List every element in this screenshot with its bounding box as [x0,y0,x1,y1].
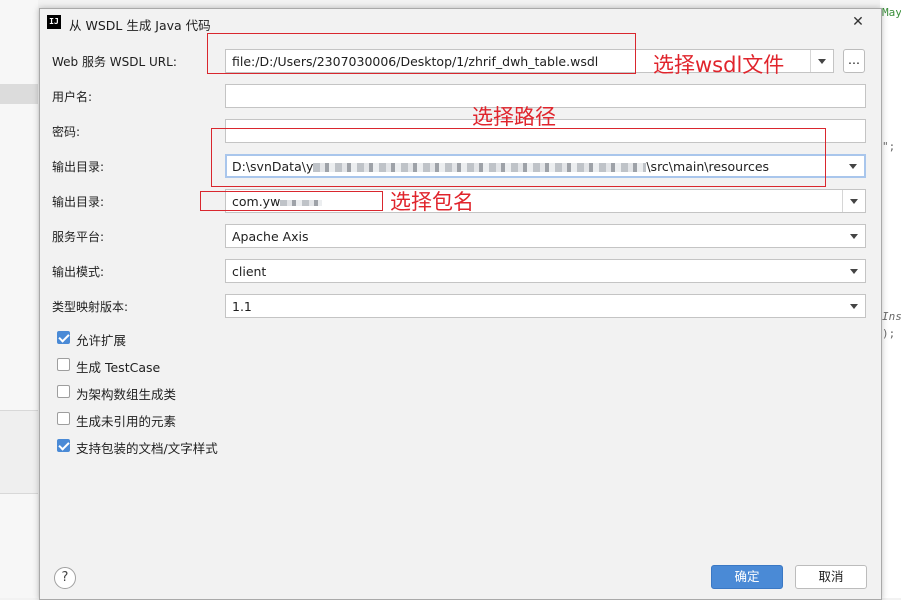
ok-button[interactable]: 确定 [711,565,783,589]
wrapped-doc-literal-checkbox[interactable] [57,439,70,452]
chevron-down-icon[interactable] [843,190,865,212]
code-fragment: "; [882,140,896,153]
wrapped-doc-literal-label: 支持包装的文档/文字样式 [76,441,218,456]
type-mapping-select[interactable]: 1.1 [225,294,866,318]
allow-extension-label: 允许扩展 [76,333,127,348]
package-label: 输出目录: [52,195,105,209]
code-fragment: ); [882,327,896,340]
code-fragment: Ins [882,310,901,323]
chevron-down-icon[interactable] [842,155,864,177]
annotation-box-wsdl [207,33,636,74]
schema-array-class-checkbox[interactable] [57,385,70,398]
annotation-box-path [211,128,826,187]
type-mapping-label: 类型映射版本: [52,300,129,314]
intellij-app-icon: IJ [47,15,61,29]
allow-extension-checkbox[interactable] [57,331,70,344]
dialog-title: 从 WSDL 生成 Java 代码 [69,18,211,33]
ide-left-selected-row [0,84,38,104]
generate-testcase-checkbox[interactable] [57,358,70,371]
output-dir-label: 输出目录: [52,160,105,174]
code-fragment: May [882,6,901,19]
chevron-down-icon[interactable] [843,295,865,317]
unreferenced-elements-checkbox[interactable] [57,412,70,425]
chevron-down-icon[interactable] [843,225,865,247]
close-icon[interactable]: ✕ [849,13,867,31]
wsdl-to-java-dialog: IJ 从 WSDL 生成 Java 代码 ✕ Web 服务 WSDL URL: … [39,8,882,600]
platform-label: 服务平台: [52,230,105,244]
wsdl-url-label: Web 服务 WSDL URL: [52,55,177,69]
generate-testcase-label: 生成 TestCase [76,360,161,375]
output-mode-label: 输出模式: [52,265,105,279]
unreferenced-elements-label: 生成未引用的元素 [76,414,177,429]
output-mode-select[interactable]: client [225,259,866,283]
chevron-down-icon[interactable] [843,260,865,282]
username-label: 用户名: [52,90,93,104]
annotation-text-wsdl: 选择wsdl文件 [653,53,785,77]
ide-left-band [0,410,38,494]
platform-select[interactable]: Apache Axis [225,224,866,248]
cancel-button[interactable]: 取消 [795,565,867,589]
browse-button[interactable]: ... [843,49,865,73]
annotation-text-package: 选择包名 [390,190,474,214]
annotation-text-path: 选择路径 [472,105,556,129]
type-mapping-value: 1.1 [232,299,252,314]
annotation-box-package [200,191,383,211]
password-label: 密码: [52,125,81,139]
chevron-down-icon[interactable] [811,50,833,72]
schema-array-class-label: 为架构数组生成类 [76,387,177,402]
platform-value: Apache Axis [232,229,309,244]
output-mode-value: client [232,264,267,279]
help-icon[interactable]: ? [54,567,76,589]
ide-editor-edge: May "; Ins ); [880,0,901,598]
